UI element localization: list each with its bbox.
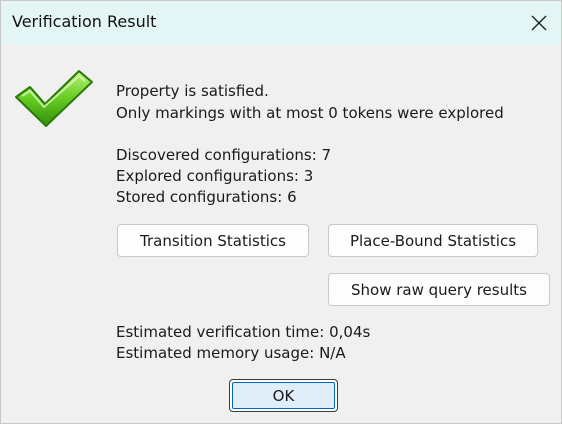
window-title: Verification Result: [12, 12, 157, 31]
result-detail: Only markings with at most 0 tokens were…: [116, 104, 504, 122]
title-bar: Verification Result: [1, 1, 561, 45]
discovered-configurations: Discovered configurations: 7: [116, 146, 332, 164]
ok-button-label: OK: [232, 382, 335, 409]
result-status: Property is satisfied.: [116, 82, 269, 100]
ok-button[interactable]: OK: [229, 379, 338, 412]
show-raw-query-results-button[interactable]: Show raw query results: [328, 273, 550, 306]
place-bound-statistics-button[interactable]: Place-Bound Statistics: [328, 224, 538, 257]
stored-configurations: Stored configurations: 6: [116, 188, 297, 206]
estimated-memory-usage: Estimated memory usage: N/A: [116, 344, 346, 362]
explored-configurations: Explored configurations: 3: [116, 167, 314, 185]
estimated-verification-time: Estimated verification time: 0,04s: [116, 323, 371, 341]
close-icon: [531, 15, 547, 31]
checkmark-icon: [15, 70, 93, 127]
close-button[interactable]: [517, 1, 561, 45]
verification-result-dialog: Verification Result Property is satisfie…: [0, 0, 562, 424]
transition-statistics-button[interactable]: Transition Statistics: [117, 224, 309, 257]
